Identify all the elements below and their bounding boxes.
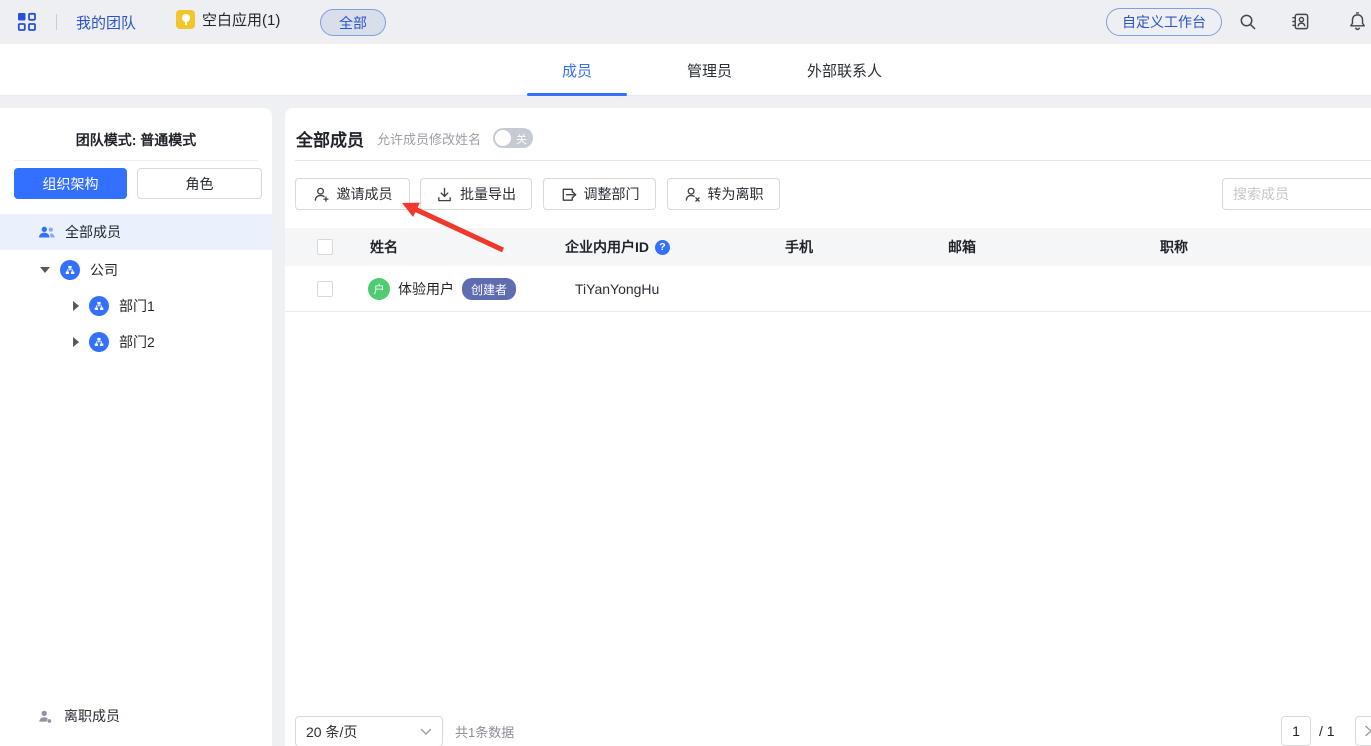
title-divider bbox=[295, 160, 1371, 161]
sidebar: 团队模式: 普通模式 组织架构 角色 全部成员 公司 部门1 部门2 离职成员 bbox=[0, 108, 272, 746]
topbar-divider bbox=[56, 14, 57, 30]
page-size-select[interactable]: 20 条/页 bbox=[295, 716, 443, 746]
topbar: 我的团队 空白应用(1) 全部 自定义工作台 bbox=[0, 0, 1371, 44]
next-page-button[interactable] bbox=[1355, 716, 1371, 746]
table-row[interactable]: 户 体验用户 创建者 TiYanYongHu bbox=[285, 266, 1371, 312]
search-icon[interactable] bbox=[1238, 12, 1257, 34]
tab-admins[interactable]: 管理员 bbox=[687, 44, 732, 96]
allow-rename-label: 允许成员修改姓名 bbox=[377, 131, 482, 147]
sidebar-divider bbox=[14, 160, 258, 161]
tree-item-all-members[interactable]: 全部成员 bbox=[0, 214, 272, 250]
column-email: 邮箱 bbox=[948, 239, 976, 255]
org-structure-button[interactable]: 组织架构 bbox=[14, 168, 127, 199]
column-job-title: 职称 bbox=[1160, 239, 1188, 255]
user-id-value: TiYanYongHu bbox=[575, 281, 660, 297]
tree-item-label: 部门1 bbox=[119, 298, 155, 314]
total-count-label: 共1条数据 bbox=[455, 725, 515, 740]
allow-rename-toggle[interactable]: 关 bbox=[493, 128, 534, 148]
member-name: 体验用户 bbox=[398, 281, 454, 297]
person-remove-icon bbox=[684, 186, 701, 203]
column-name: 姓名 bbox=[370, 239, 398, 255]
apps-grid-icon[interactable] bbox=[16, 11, 38, 33]
team-mode-label: 团队模式: 普通模式 bbox=[75, 132, 197, 148]
creator-badge: 创建者 bbox=[462, 278, 517, 300]
caret-right-icon[interactable] bbox=[73, 337, 79, 347]
tree-item-label: 部门2 bbox=[119, 334, 155, 350]
column-user-id-label: 企业内用户ID bbox=[565, 239, 649, 255]
avatar: 户 bbox=[368, 278, 390, 300]
org-node-icon bbox=[60, 260, 80, 280]
org-node-icon bbox=[89, 332, 109, 352]
column-user-id: 企业内用户ID bbox=[565, 228, 670, 266]
tree-item-company[interactable]: 公司 bbox=[0, 252, 272, 288]
tree-item-dept1[interactable]: 部门1 bbox=[0, 288, 272, 324]
row-checkbox[interactable] bbox=[317, 281, 333, 297]
top-tabs-bar: 成员 管理员 外部联系人 bbox=[0, 44, 1371, 96]
current-page-box[interactable]: 1 bbox=[1281, 716, 1311, 746]
batch-export-button[interactable]: 批量导出 bbox=[420, 178, 532, 210]
chevron-down-icon bbox=[420, 728, 432, 736]
adjust-department-button[interactable]: 调整部门 bbox=[543, 178, 656, 210]
caret-right-icon[interactable] bbox=[73, 301, 79, 311]
page-size-value: 20 条/页 bbox=[306, 723, 358, 740]
total-pages-label: / 1 bbox=[1319, 723, 1335, 739]
toggle-knob bbox=[495, 130, 512, 146]
role-button[interactable]: 角色 bbox=[137, 168, 262, 199]
invite-member-label: 邀请成员 bbox=[336, 186, 393, 202]
my-team-link[interactable]: 我的团队 bbox=[76, 12, 136, 33]
resigned-person-icon bbox=[38, 709, 54, 724]
bell-icon[interactable] bbox=[1348, 12, 1367, 34]
search-member-input[interactable] bbox=[1222, 178, 1371, 210]
tab-external-contacts[interactable]: 外部联系人 bbox=[807, 44, 882, 96]
person-add-icon bbox=[313, 186, 330, 203]
toggle-state-label: 关 bbox=[516, 134, 528, 146]
download-icon bbox=[436, 186, 453, 203]
org-node-icon bbox=[89, 296, 109, 316]
select-all-checkbox[interactable] bbox=[317, 239, 333, 255]
custom-workbench-button[interactable]: 自定义工作台 bbox=[1106, 8, 1222, 36]
caret-down-icon[interactable] bbox=[40, 267, 50, 273]
contacts-book-icon[interactable] bbox=[1291, 12, 1310, 34]
tree-item-label: 公司 bbox=[90, 262, 118, 278]
app-name-label: 空白应用(1) bbox=[202, 12, 281, 29]
set-resigned-button[interactable]: 转为离职 bbox=[667, 178, 780, 210]
resigned-members-item[interactable]: 离职成员 bbox=[0, 698, 272, 734]
column-phone: 手机 bbox=[785, 239, 813, 255]
app-icon bbox=[176, 10, 195, 29]
tree-item-dept2[interactable]: 部门2 bbox=[0, 324, 272, 360]
move-out-icon bbox=[560, 186, 577, 203]
adjust-department-label: 调整部门 bbox=[583, 186, 640, 202]
invite-member-button[interactable]: 邀请成员 bbox=[295, 178, 410, 210]
tree-item-label: 全部成员 bbox=[65, 224, 121, 240]
page-title: 全部成员 bbox=[296, 130, 364, 150]
people-group-icon bbox=[38, 225, 56, 240]
scope-all-pill[interactable]: 全部 bbox=[320, 9, 386, 36]
help-icon[interactable] bbox=[655, 239, 670, 255]
tab-members[interactable]: 成员 bbox=[562, 44, 592, 96]
table-header: 姓名 企业内用户ID 手机 邮箱 职称 bbox=[285, 228, 1371, 266]
main-panel: 全部成员 允许成员修改姓名 关 邀请成员 批量导出 调整部门 转为离职 搜索成员… bbox=[285, 108, 1371, 746]
batch-export-label: 批量导出 bbox=[460, 186, 516, 202]
set-resigned-label: 转为离职 bbox=[707, 186, 764, 202]
resigned-members-label: 离职成员 bbox=[64, 708, 120, 724]
current-app-badge[interactable]: 空白应用(1) bbox=[176, 9, 280, 30]
